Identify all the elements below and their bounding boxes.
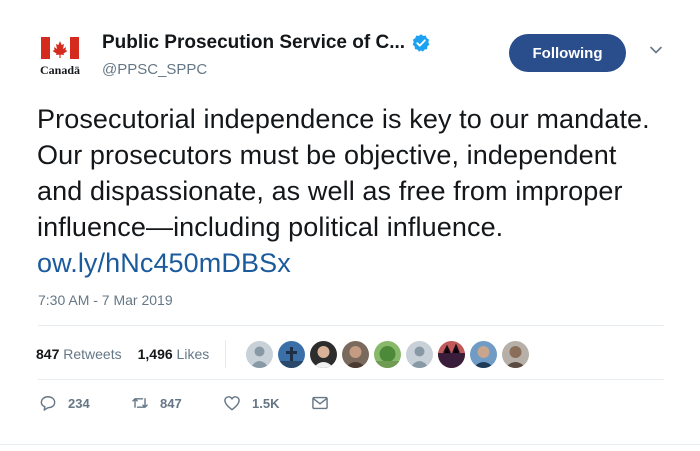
likes-count: 1,496 [137,346,173,362]
heart-icon [224,396,240,411]
verified-badge-icon [412,34,430,52]
direct-message-button[interactable] [310,393,330,413]
tweet-card: Canadä Public Prosecution Service of C..… [0,0,700,451]
chevron-down-icon[interactable] [648,42,664,58]
like-count: 1.5K [252,395,280,411]
retweets-label: Retweets [63,346,122,362]
reply-count: 234 [68,395,90,411]
liker-avatar-landscape[interactable] [374,340,402,368]
retweet-icon [132,398,148,408]
liker-avatar-tower[interactable] [278,340,306,368]
retweets-count: 847 [36,346,60,362]
liker-avatar-sunset[interactable] [438,340,466,368]
tweet-link[interactable]: ow.ly/hNc450mDBSx [37,248,291,278]
liker-avatar-person[interactable] [342,340,370,368]
liker-avatar-default[interactable] [246,340,274,368]
likes-label: Likes [176,346,210,362]
retweet-count: 847 [160,395,182,411]
display-name[interactable]: Public Prosecution Service of C... [102,32,405,54]
following-button[interactable]: Following [509,34,626,72]
divider [225,340,227,368]
tweet-text: Prosecutorial independence is key to our… [37,101,667,281]
account-names: Public Prosecution Service of C... @PPSC… [102,32,431,78]
divider [38,325,664,326]
engagement-stats: 847 Retweets 1,496 Likes [36,340,530,368]
divider [0,444,700,445]
tweet-timestamp[interactable]: 7:30 AM - 7 Mar 2019 [38,292,173,308]
reply-icon [40,396,56,411]
canada-wordmark: Canadä [40,63,81,77]
like-button[interactable]: 1.5K [222,393,310,413]
liker-avatars [246,340,530,368]
reply-button[interactable]: 234 [38,393,130,413]
tweet-actions: 234 847 1.5K [38,393,330,413]
likes-stat[interactable]: 1,496 Likes [138,346,210,362]
envelope-icon [312,396,328,410]
liker-avatar-default[interactable] [406,340,434,368]
liker-avatar-person[interactable] [502,340,530,368]
account-avatar[interactable]: Canadä [38,34,88,78]
liker-avatar-person[interactable] [310,340,338,368]
divider [38,379,664,380]
liker-avatar-person[interactable] [470,340,498,368]
tweet-body: Prosecutorial independence is key to our… [37,104,650,242]
retweets-stat[interactable]: 847 Retweets [36,346,122,362]
display-name-row[interactable]: Public Prosecution Service of C... [102,32,431,54]
retweet-button[interactable]: 847 [130,393,222,413]
account-handle[interactable]: @PPSC_SPPC [102,61,431,78]
tweet-header: Canadä Public Prosecution Service of C..… [38,28,678,88]
